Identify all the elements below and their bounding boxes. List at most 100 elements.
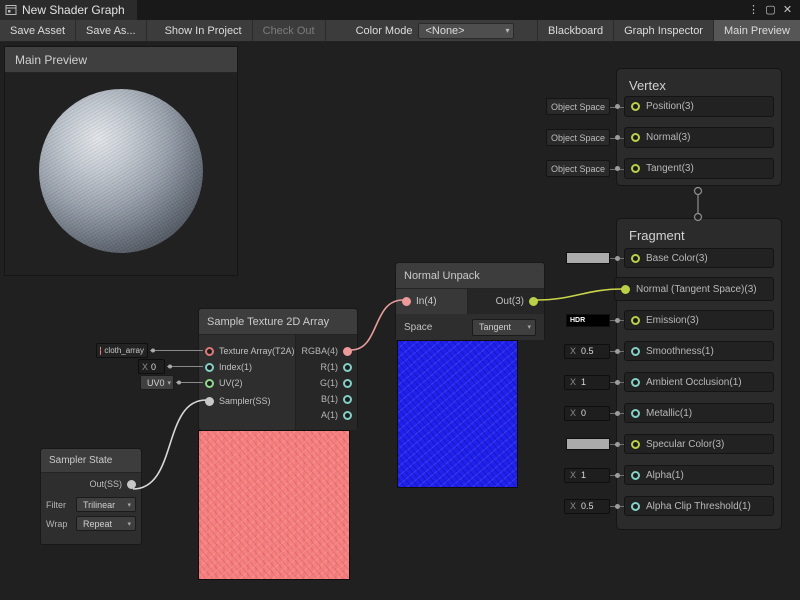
close-icon[interactable]: ✕	[779, 0, 796, 20]
main-preview-panel-title[interactable]: Main Preview	[5, 47, 237, 73]
toolbar-gap	[147, 20, 155, 41]
filter-label: Filter	[46, 500, 66, 510]
fragment-row-alpha: X1 Alpha(1)	[546, 465, 774, 485]
sample-output-g: G(1)	[320, 376, 352, 390]
sample-texture-2d-array-node[interactable]: Sample Texture 2D Array Texture Array(T2…	[198, 308, 358, 430]
port-g-out[interactable]	[343, 379, 352, 388]
sampler-state-title[interactable]: Sampler State	[41, 449, 141, 473]
vertex-row-position: Object Space Position(3)	[546, 96, 774, 117]
alpha-clip-threshold-field[interactable]: X0.5	[564, 499, 610, 514]
sample-output-a: A(1)	[321, 408, 352, 422]
vertex-slot-tangent: Tangent(3)	[624, 158, 774, 179]
sample-node-title[interactable]: Sample Texture 2D Array	[199, 309, 357, 335]
port-index-in[interactable]	[205, 363, 214, 372]
alpha-field[interactable]: X1	[564, 468, 610, 483]
position-space-dropdown[interactable]: Object Space	[546, 98, 610, 115]
connector-dot	[610, 158, 624, 179]
sampler-wrap-row: Wrap Repeat ▾	[41, 516, 141, 531]
fragment-row-ambient-occlusion: X1 Ambient Occlusion(1)	[546, 372, 774, 392]
fragment-row-alpha-clip: X0.5 Alpha Clip Threshold(1)	[546, 496, 774, 516]
fragment-row-metallic: X0 Metallic(1)	[546, 403, 774, 423]
normal-slot-label: Normal(3)	[646, 132, 690, 143]
port-out-ss[interactable]	[127, 480, 136, 489]
show-in-project-button[interactable]: Show In Project	[155, 20, 253, 41]
color-mode-label: Color Mode	[326, 20, 419, 41]
connector-dot	[610, 341, 624, 361]
space-dropdown[interactable]: Tangent ▾	[472, 319, 536, 336]
port-base-color[interactable]	[631, 254, 640, 263]
connector-dot	[610, 127, 624, 148]
sample-input-sampler: Sampler(SS)	[205, 394, 271, 408]
fragment-slot-alpha-clip: Alpha Clip Threshold(1)	[624, 496, 774, 516]
fragment-node-title: Fragment	[617, 219, 781, 243]
wrap-dropdown[interactable]: Repeat ▾	[76, 516, 136, 531]
port-alpha-clip-threshold[interactable]	[631, 502, 640, 511]
vertex-row-tangent: Object Space Tangent(3)	[546, 158, 774, 179]
vertex-row-normal: Object Space Normal(3)	[546, 127, 774, 148]
position-slot-label: Position(3)	[646, 101, 694, 112]
fragment-row-normal: Normal (Tangent Space)(3)	[546, 277, 774, 301]
tangent-port[interactable]	[631, 164, 640, 173]
fragment-slot-ambient-occlusion: Ambient Occlusion(1)	[624, 372, 774, 392]
tangent-space-dropdown[interactable]: Object Space	[546, 160, 610, 177]
normal-map-preview	[397, 340, 518, 488]
chevron-down-icon: ▾	[127, 520, 131, 528]
smoothness-field[interactable]: X0.5	[564, 344, 610, 359]
port-in[interactable]	[402, 297, 411, 306]
color-mode-dropdown[interactable]: <None> ▾	[418, 23, 514, 39]
wrap-label: Wrap	[46, 519, 67, 529]
normal-unpack-title[interactable]: Normal Unpack	[396, 263, 544, 289]
port-r-out[interactable]	[343, 363, 352, 372]
main-preview-viewport	[5, 73, 237, 277]
sampler-state-node[interactable]: Sampler State Out(SS) Filter Trilinear ▾…	[40, 448, 142, 545]
port-out[interactable]	[529, 297, 538, 306]
filter-dropdown[interactable]: Trilinear ▾	[76, 497, 136, 512]
maximize-icon[interactable]: ▢	[762, 0, 779, 20]
normal-space-dropdown[interactable]: Object Space	[546, 129, 610, 146]
connector-dot	[610, 96, 624, 117]
sample-texture-preview	[198, 430, 350, 580]
main-preview-toggle-button[interactable]: Main Preview	[713, 20, 800, 41]
position-port[interactable]	[631, 102, 640, 111]
port-b-out[interactable]	[343, 395, 352, 404]
port-sampler-in[interactable]	[205, 397, 214, 406]
fragment-row-specular-color: Specular Color(3)	[546, 434, 774, 454]
port-rgba-out[interactable]	[343, 347, 352, 356]
specular-color-swatch[interactable]	[566, 438, 610, 450]
metallic-field[interactable]: X0	[564, 406, 610, 421]
normal-unpack-node[interactable]: Normal Unpack In(4) Out(3) Space Tangent…	[395, 262, 545, 340]
port-ambient-occlusion[interactable]	[631, 378, 640, 387]
port-texture-array-in[interactable]	[205, 347, 214, 356]
port-a-out[interactable]	[343, 411, 352, 420]
base-color-swatch[interactable]	[566, 252, 610, 264]
save-asset-button[interactable]: Save Asset	[0, 20, 76, 41]
index-field[interactable]: X0	[138, 359, 165, 374]
port-emission[interactable]	[631, 316, 640, 325]
normal-port[interactable]	[631, 133, 640, 142]
ambient-occlusion-field[interactable]: X1	[564, 375, 610, 390]
blackboard-toggle-button[interactable]: Blackboard	[537, 20, 613, 41]
fragment-row-emission: HDR Emission(3)	[546, 310, 774, 330]
color-mode-value: <None>	[425, 25, 464, 37]
port-alpha[interactable]	[631, 471, 640, 480]
connector-dot	[610, 248, 624, 268]
shader-graph-window: New Shader Graph ⋮ ▢ ✕ Save Asset Save A…	[0, 0, 800, 600]
menu-icon[interactable]: ⋮	[745, 0, 762, 20]
sample-output-b: B(1)	[321, 392, 352, 406]
main-preview-panel[interactable]: Main Preview	[4, 46, 238, 276]
fragment-slot-emission: Emission(3)	[624, 310, 774, 330]
port-smoothness[interactable]	[631, 347, 640, 356]
vertex-slot-position: Position(3)	[624, 96, 774, 117]
uv-channel-dropdown[interactable]: UV0 ▾	[140, 375, 174, 390]
graph-inspector-toggle-button[interactable]: Graph Inspector	[613, 20, 713, 41]
window-controls: ⋮ ▢ ✕	[745, 0, 800, 20]
save-as-button[interactable]: Save As...	[76, 20, 147, 41]
port-uv-in[interactable]	[205, 379, 214, 388]
window-tab[interactable]: New Shader Graph	[0, 0, 137, 20]
port-metallic[interactable]	[631, 409, 640, 418]
emission-hdr-swatch[interactable]: HDR	[566, 314, 610, 327]
texture-array-object-field[interactable]: cloth_array	[96, 343, 148, 358]
port-specular-color[interactable]	[631, 440, 640, 449]
chevron-down-icon: ▾	[127, 501, 131, 509]
fragment-slot-specular-color: Specular Color(3)	[624, 434, 774, 454]
